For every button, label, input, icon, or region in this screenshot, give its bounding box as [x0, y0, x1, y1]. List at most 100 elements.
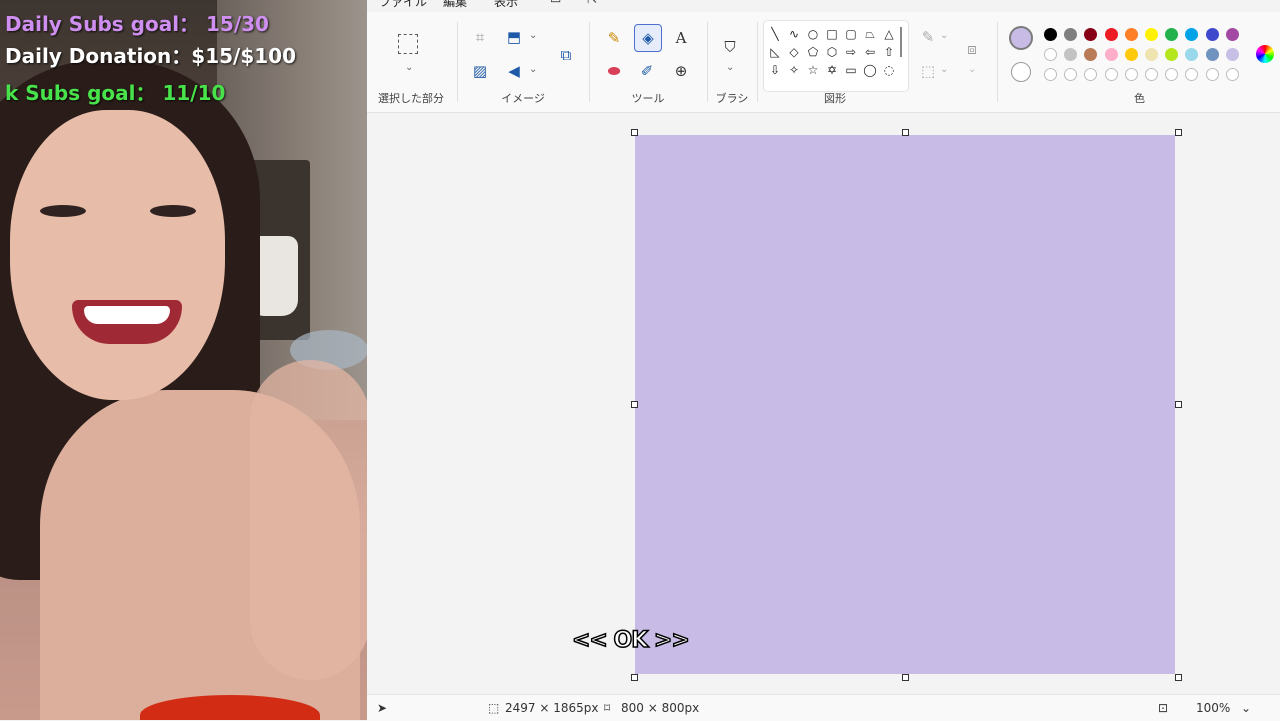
custom-color-slot[interactable] [1124, 68, 1138, 81]
custom-color-slot[interactable] [1044, 68, 1057, 81]
paint-app: ファイル 編集 表示 ▭ ⇱ ⌄ 選択した部分 ⌗ ⬒ ⌄ ⧉ ▨ ◀ ⌄ イメ… [367, 0, 1280, 721]
shape-fill-icon[interactable]: ⬚ [915, 58, 941, 84]
current-color-swatch[interactable] [1009, 26, 1033, 50]
palette-swatch[interactable] [1084, 48, 1098, 61]
palette-swatch[interactable] [1124, 28, 1138, 41]
callout-oval-shape-icon[interactable]: ◯ [861, 61, 879, 79]
palette-swatch[interactable] [1044, 28, 1057, 41]
resize-handle-left[interactable] [631, 401, 638, 408]
palette-swatch[interactable] [1124, 48, 1138, 61]
rectangle-shape-icon[interactable]: □ [823, 25, 841, 43]
arrow-right-shape-icon[interactable]: ⇨ [842, 43, 860, 61]
chevron-down-icon[interactable]: ⌄ [1241, 701, 1251, 715]
cursor-icon: ➤ [377, 701, 388, 715]
resize-handle-top[interactable] [902, 129, 909, 136]
resize-handle-bottom-left[interactable] [631, 674, 638, 681]
triangle-shape-icon[interactable]: △ [880, 25, 898, 43]
menu-edit[interactable]: 編集 [443, 0, 467, 10]
fit-to-window-icon[interactable]: ⊡ [1158, 701, 1168, 715]
palette-swatch[interactable] [1205, 28, 1219, 41]
resize-handle-bottom[interactable] [902, 674, 909, 681]
video-caption: << OK >> [571, 627, 690, 654]
shapes-gallery: ╲ ∿ ○ □ ▢ ⏢ △ ◺ ◇ ⬠ ⬡ ⇨ ⇦ ⇧ ⇩ ✧ ☆ ✡ ▭ ◯ [763, 20, 909, 92]
edit-colors-icon[interactable] [1256, 45, 1274, 63]
save-icon[interactable]: ▭ [550, 0, 561, 6]
palette-swatch[interactable] [1084, 28, 1098, 41]
secondary-color-swatch[interactable] [1011, 62, 1031, 82]
custom-color-slot[interactable] [1104, 68, 1118, 81]
palette-swatch[interactable] [1104, 28, 1118, 41]
rounded-rectangle-shape-icon[interactable]: ▢ [842, 25, 860, 43]
shapes-group: ╲ ∿ ○ □ ▢ ⏢ △ ◺ ◇ ⬠ ⬡ ⇨ ⇦ ⇧ ⇩ ✧ ☆ ✡ ▭ ◯ [367, 12, 997, 112]
ribbon: ⌄ 選択した部分 ⌗ ⬒ ⌄ ⧉ ▨ ◀ ⌄ イメージ ✎ ◈ A ⬬ ✐ ⊕ … [367, 12, 1280, 113]
menu-view[interactable]: 表示 [494, 0, 518, 10]
streamer-eye-left [40, 205, 86, 217]
resize-handle-top-right[interactable] [1175, 129, 1182, 136]
resize-handle-bottom-right[interactable] [1175, 674, 1182, 681]
chevron-down-icon[interactable]: ⌄ [940, 64, 948, 75]
arrow-up-shape-icon[interactable]: ⇧ [880, 43, 898, 61]
status-bar: ➤ ⬚ 2497 × 1865px ⌑ 800 × 800px ⊡ 100% ⌄ [367, 694, 1280, 721]
colors-group-label: 色 [1134, 92, 1145, 105]
selection-size-icon: ⬚ [488, 701, 500, 715]
palette-swatch[interactable] [1185, 48, 1199, 61]
pentagon-shape-icon[interactable]: ⬠ [804, 43, 822, 61]
custom-color-slot[interactable] [1165, 68, 1179, 81]
curve-shape-icon[interactable]: ∿ [785, 25, 803, 43]
streamer-eye-right [150, 205, 196, 217]
arrow-left-shape-icon[interactable]: ⇦ [861, 43, 879, 61]
diamond-shape-icon[interactable]: ◇ [785, 43, 803, 61]
streamer-face [10, 110, 225, 400]
palette-swatch[interactable] [1165, 28, 1179, 41]
polygon-shape-icon[interactable]: ⏢ [861, 25, 879, 43]
selection-size: 2497 × 1865px [505, 701, 599, 715]
custom-color-slot[interactable] [1185, 68, 1199, 81]
k-subs-goal: k Subs goal： 11/10 [5, 81, 226, 105]
shapes-scrollbar[interactable] [900, 27, 902, 57]
chevron-down-icon[interactable]: ⌄ [968, 64, 976, 75]
four-point-star-shape-icon[interactable]: ✧ [785, 61, 803, 79]
palette-swatch[interactable] [1145, 48, 1158, 61]
outline-icon[interactable]: ✎ [915, 24, 941, 50]
daily-donation-goal: Daily Donation：$15/$100 [5, 44, 296, 68]
right-triangle-shape-icon[interactable]: ◺ [766, 43, 784, 61]
colors-group: 色 [999, 12, 1280, 112]
palette-swatch[interactable] [1185, 28, 1199, 41]
oval-shape-icon[interactable]: ○ [804, 25, 822, 43]
chevron-down-icon[interactable]: ⌄ [940, 30, 948, 41]
zoom-level[interactable]: 100% [1196, 701, 1230, 715]
daily-subs-goal: Daily Subs goal： 15/30 [5, 12, 269, 36]
layers-icon[interactable]: ⧈ [959, 36, 985, 62]
arrow-down-shape-icon[interactable]: ⇩ [766, 61, 784, 79]
hexagon-shape-icon[interactable]: ⬡ [823, 43, 841, 61]
custom-color-slot[interactable] [1225, 68, 1239, 81]
palette-swatch[interactable] [1044, 48, 1057, 61]
streamer-hand [250, 360, 367, 680]
streamer-teeth [84, 306, 170, 324]
palette-swatch[interactable] [1165, 48, 1179, 61]
palette-swatch[interactable] [1225, 28, 1239, 41]
palette-swatch[interactable] [1064, 28, 1078, 41]
callout-rect-shape-icon[interactable]: ▭ [842, 61, 860, 79]
callout-cloud-shape-icon[interactable]: ◌ [880, 61, 898, 79]
resize-handle-top-left[interactable] [631, 129, 638, 136]
palette-swatch[interactable] [1104, 48, 1118, 61]
palette-swatch[interactable] [1205, 48, 1219, 61]
custom-color-slot[interactable] [1205, 68, 1219, 81]
line-shape-icon[interactable]: ╲ [766, 25, 784, 43]
webcam-feed: Daily Subs goal： 15/30 Daily Donation：$1… [0, 0, 367, 720]
five-point-star-shape-icon[interactable]: ☆ [804, 61, 822, 79]
custom-color-slot[interactable] [1145, 68, 1158, 81]
canvas-size: 800 × 800px [621, 701, 700, 715]
resize-handle-right[interactable] [1175, 401, 1182, 408]
palette-swatch[interactable] [1064, 48, 1078, 61]
menu-file[interactable]: ファイル [379, 0, 427, 10]
custom-color-slot[interactable] [1084, 68, 1098, 81]
palette-swatch[interactable] [1145, 28, 1158, 41]
custom-color-slot[interactable] [1064, 68, 1078, 81]
share-icon[interactable]: ⇱ [587, 0, 597, 6]
drawing-canvas[interactable] [635, 135, 1175, 674]
palette-swatch[interactable] [1225, 48, 1239, 61]
six-point-star-shape-icon[interactable]: ✡ [823, 61, 841, 79]
menu-bar: ファイル 編集 表示 ▭ ⇱ [367, 0, 1280, 12]
